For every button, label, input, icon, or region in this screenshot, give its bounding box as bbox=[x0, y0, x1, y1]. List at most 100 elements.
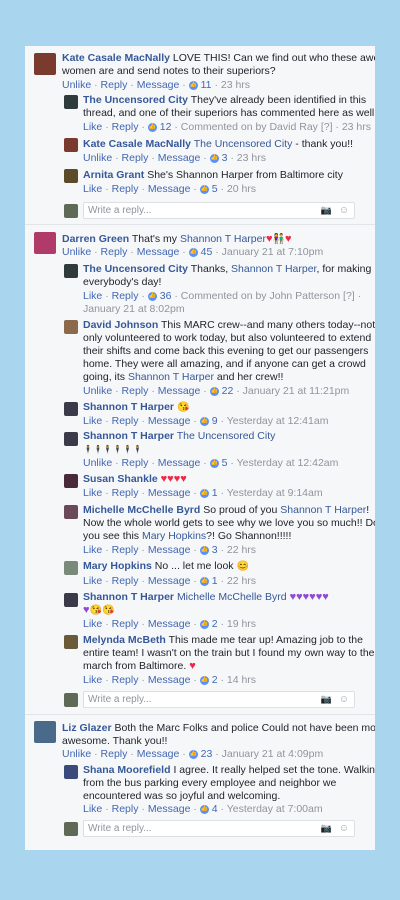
timestamp[interactable]: Yesterday at 12:42am bbox=[237, 457, 339, 469]
avatar-david[interactable] bbox=[64, 320, 78, 334]
avatar-melynda[interactable] bbox=[64, 635, 78, 649]
reply-input[interactable]: Write a reply... 📷 ☺ bbox=[83, 820, 355, 837]
timestamp[interactable]: 22 hrs bbox=[227, 575, 256, 587]
avatar-michelle[interactable] bbox=[64, 505, 78, 519]
reply-link[interactable]: Reply bbox=[101, 246, 128, 258]
timestamp[interactable]: 22 hrs bbox=[227, 544, 256, 556]
message-link[interactable]: Message bbox=[158, 385, 201, 397]
reply-link[interactable]: Reply bbox=[101, 79, 128, 91]
author-name[interactable]: Susan Shankle bbox=[83, 473, 158, 485]
timestamp[interactable]: Commented on by David Ray [?] · 23 hrs bbox=[181, 121, 371, 133]
message-link[interactable]: Message bbox=[137, 748, 180, 760]
unlike-link[interactable]: Unlike bbox=[83, 385, 112, 397]
mention-link[interactable]: Shannon T Harper bbox=[280, 504, 366, 516]
reply-link[interactable]: Reply bbox=[112, 803, 139, 815]
message-link[interactable]: Message bbox=[148, 575, 191, 587]
like-count[interactable]: 9 bbox=[212, 415, 218, 427]
message-link[interactable]: Message bbox=[148, 674, 191, 686]
message-link[interactable]: Message bbox=[148, 618, 191, 630]
like-link[interactable]: Like bbox=[83, 803, 102, 815]
avatar-uncensored-city[interactable] bbox=[64, 95, 78, 109]
reply-link[interactable]: Reply bbox=[112, 183, 139, 195]
reply-link[interactable]: Reply bbox=[112, 544, 139, 556]
reply-link[interactable]: Reply bbox=[112, 487, 139, 499]
emoji-icon[interactable]: ☺ bbox=[339, 203, 349, 218]
message-link[interactable]: Message bbox=[148, 415, 191, 427]
mention-link[interactable]: Shannon T Harper bbox=[128, 371, 214, 383]
message-link[interactable]: Message bbox=[148, 803, 191, 815]
like-count[interactable]: 3 bbox=[212, 544, 218, 556]
message-link[interactable]: Message bbox=[148, 487, 191, 499]
timestamp[interactable]: January 21 at 11:21pm bbox=[243, 385, 350, 397]
avatar-arnita[interactable] bbox=[64, 169, 78, 183]
unlike-link[interactable]: Unlike bbox=[62, 79, 91, 91]
reply-link[interactable]: Reply bbox=[112, 618, 139, 630]
unlike-link[interactable]: Unlike bbox=[62, 246, 91, 258]
like-link[interactable]: Like bbox=[83, 487, 102, 499]
reply-input[interactable]: Write a reply... 📷 ☺ bbox=[83, 691, 355, 708]
reply-link[interactable]: Reply bbox=[112, 575, 139, 587]
reply-link[interactable]: Reply bbox=[112, 415, 139, 427]
reply-link[interactable]: Reply bbox=[112, 674, 139, 686]
author-name[interactable]: Melynda McBeth bbox=[83, 634, 166, 646]
author-name[interactable]: Liz Glazer bbox=[62, 722, 112, 734]
like-count[interactable]: 2 bbox=[212, 674, 218, 686]
reply-link[interactable]: Reply bbox=[122, 152, 149, 164]
camera-icon[interactable]: 📷 bbox=[321, 203, 332, 218]
timestamp[interactable]: January 21 at 4:09pm bbox=[222, 748, 324, 760]
reply-link[interactable]: Reply bbox=[122, 385, 149, 397]
avatar-mary[interactable] bbox=[64, 561, 78, 575]
author-name[interactable]: Shana Moorefield bbox=[83, 764, 171, 776]
like-link[interactable]: Like bbox=[83, 183, 102, 195]
like-count[interactable]: 5 bbox=[222, 457, 228, 469]
like-count[interactable]: 1 bbox=[212, 575, 218, 587]
camera-icon[interactable]: 📷 bbox=[321, 821, 332, 836]
author-name[interactable]: Shannon T Harper bbox=[83, 591, 174, 603]
message-link[interactable]: Message bbox=[137, 246, 180, 258]
mention-link[interactable]: Shannon T Harper bbox=[231, 263, 316, 275]
like-link[interactable]: Like bbox=[83, 544, 102, 556]
mention-link[interactable]: Shannon T Harper bbox=[180, 233, 266, 245]
like-count[interactable]: 12 bbox=[160, 121, 172, 133]
like-link[interactable]: Like bbox=[83, 575, 102, 587]
avatar-susan[interactable] bbox=[64, 474, 78, 488]
author-name[interactable]: Shannon T Harper bbox=[83, 430, 174, 442]
reply-link[interactable]: Reply bbox=[122, 457, 149, 469]
avatar-uncensored-city[interactable] bbox=[64, 264, 78, 278]
mention-link[interactable]: The Uncensored City bbox=[177, 430, 276, 442]
like-link[interactable]: Like bbox=[83, 121, 102, 133]
mention-link[interactable]: Mary Hopkins bbox=[142, 530, 206, 542]
like-count[interactable]: 4 bbox=[212, 803, 218, 815]
avatar-shana[interactable] bbox=[64, 765, 78, 779]
author-name[interactable]: Kate Casale MacNally bbox=[83, 138, 191, 150]
message-link[interactable]: Message bbox=[137, 79, 180, 91]
reply-link[interactable]: Reply bbox=[112, 121, 139, 133]
author-name[interactable]: Michelle McChelle Byrd bbox=[83, 504, 200, 516]
message-link[interactable]: Message bbox=[148, 544, 191, 556]
like-link[interactable]: Like bbox=[83, 674, 102, 686]
message-link[interactable]: Message bbox=[158, 457, 201, 469]
emoji-icon[interactable]: ☺ bbox=[339, 692, 349, 707]
avatar-shannon[interactable] bbox=[64, 402, 78, 416]
message-link[interactable]: Message bbox=[158, 152, 201, 164]
reply-link[interactable]: Reply bbox=[101, 748, 128, 760]
like-count[interactable]: 3 bbox=[222, 152, 228, 164]
timestamp[interactable]: Yesterday at 12:41am bbox=[227, 415, 329, 427]
camera-icon[interactable]: 📷 bbox=[321, 692, 332, 707]
message-link[interactable]: Message bbox=[148, 183, 191, 195]
author-name[interactable]: David Johnson bbox=[83, 319, 158, 331]
avatar-liz[interactable] bbox=[34, 721, 56, 743]
timestamp[interactable]: Commented on by John Patterson [?] · bbox=[181, 290, 361, 302]
like-link[interactable]: Like bbox=[83, 618, 102, 630]
mention-link[interactable]: Michelle McChelle Byrd bbox=[177, 591, 287, 603]
like-link[interactable]: Like bbox=[83, 415, 102, 427]
timestamp[interactable]: Yesterday at 9:14am bbox=[227, 487, 323, 499]
author-name[interactable]: Darren Green bbox=[62, 233, 129, 245]
like-count[interactable]: 11 bbox=[201, 79, 212, 91]
author-name[interactable]: The Uncensored City bbox=[83, 94, 188, 106]
timestamp[interactable]: 23 hrs bbox=[237, 152, 266, 164]
unlike-link[interactable]: Unlike bbox=[62, 748, 91, 760]
author-name[interactable]: Arnita Grant bbox=[83, 169, 144, 181]
mention-link[interactable]: The Uncensored City bbox=[194, 138, 293, 150]
timestamp[interactable]: January 21 at 7:10pm bbox=[222, 246, 324, 258]
